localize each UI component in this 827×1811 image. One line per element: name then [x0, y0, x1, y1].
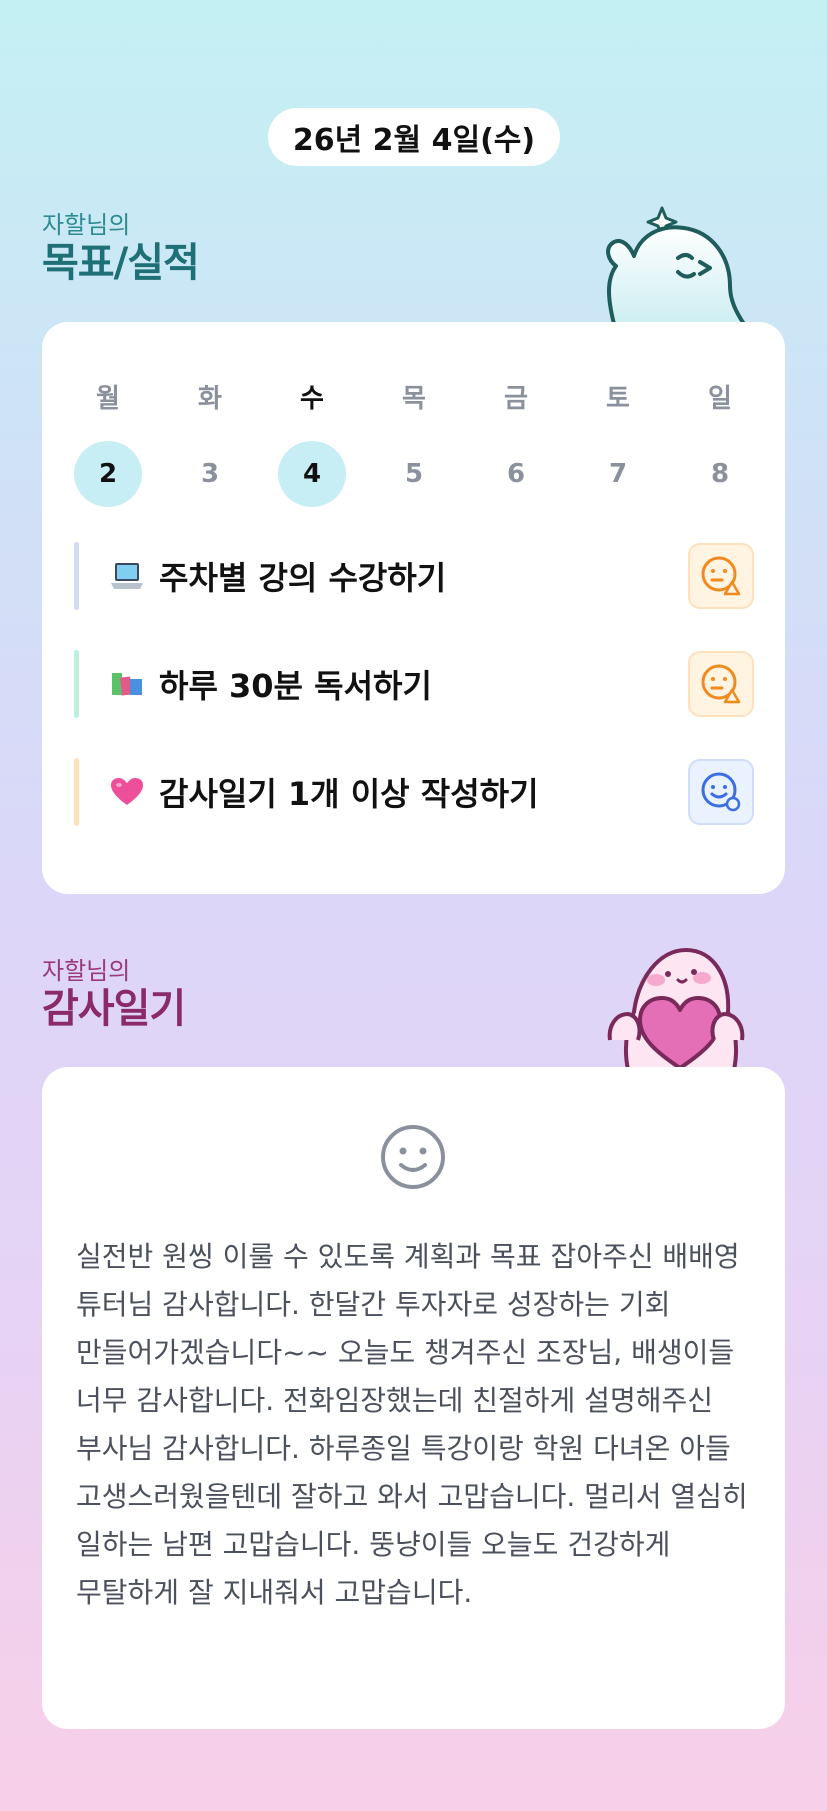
done-face-icon[interactable]	[688, 759, 754, 825]
weekday-sat: 토	[606, 384, 630, 414]
week-calendar: 월 화 수 목 금 토 일 2 3 4 5 6 7 8	[74, 378, 754, 507]
weekday-wed: 수	[300, 384, 324, 414]
goal-item[interactable]: 주차별 강의 수강하기	[74, 542, 754, 610]
goals-label-big: 목표/실적	[42, 240, 200, 286]
goal-text: 감사일기 1개 이상 작성하기	[159, 775, 539, 813]
date-cell-3[interactable]: 3	[176, 441, 244, 507]
date-cell-2[interactable]: 2	[74, 441, 142, 507]
goals-card: 월 화 수 목 금 토 일 2 3 4 5 6 7 8 주차별 강의 수강하기 …	[42, 322, 785, 894]
date-cell-4[interactable]: 4	[278, 441, 346, 507]
gratitude-label-big: 감사일기	[42, 986, 186, 1032]
heart-hug-mascot-icon	[607, 948, 745, 1070]
date-pill[interactable]: 26년 2월 4일(수)	[268, 108, 560, 166]
gratitude-text: 실전반 원씽 이룰 수 있도록 계획과 목표 잡아주신 배배영 튜터님 감사합니…	[76, 1240, 748, 1609]
books-icon	[109, 666, 145, 702]
gratitude-label-small: 자할님의	[42, 957, 131, 985]
goal-color-bar	[74, 650, 79, 718]
goals-label-small: 자할님의	[42, 211, 131, 239]
weekday-thu: 목	[402, 384, 426, 414]
weekday-fri: 금	[504, 384, 528, 414]
weekday-mon: 월	[96, 384, 120, 414]
date-text: 26년 2월 4일(수)	[292, 123, 536, 158]
warning-face-icon[interactable]	[688, 651, 754, 717]
weekday-sun: 일	[708, 384, 732, 414]
goal-color-bar	[74, 542, 79, 610]
warning-face-icon[interactable]	[688, 543, 754, 609]
laptop-icon	[109, 558, 145, 594]
date-cell-8[interactable]: 8	[686, 441, 754, 507]
weekday-tue: 화	[198, 384, 222, 414]
date-row: 2 3 4 5 6 7 8	[74, 441, 754, 507]
goal-item[interactable]: 하루 30분 독서하기	[74, 650, 754, 718]
smile-icon[interactable]	[379, 1123, 447, 1191]
goal-color-bar	[74, 758, 79, 826]
goal-text: 주차별 강의 수강하기	[159, 559, 447, 597]
date-cell-6[interactable]: 6	[482, 441, 550, 507]
heart-icon	[109, 774, 145, 810]
gratitude-section-label: 자할님의 감사일기	[42, 956, 186, 1032]
weekday-row: 월 화 수 목 금 토 일	[74, 378, 754, 415]
goals-section-label: 자할님의 목표/실적	[42, 210, 200, 286]
date-cell-7[interactable]: 7	[584, 441, 652, 507]
date-cell-5[interactable]: 5	[380, 441, 448, 507]
goal-text: 하루 30분 독서하기	[159, 667, 432, 705]
goal-item[interactable]: 감사일기 1개 이상 작성하기	[74, 758, 754, 826]
gratitude-card: 실전반 원씽 이룰 수 있도록 계획과 목표 잡아주신 배배영 튜터님 감사합니…	[42, 1067, 785, 1729]
ghost-mascot-icon	[606, 206, 746, 324]
